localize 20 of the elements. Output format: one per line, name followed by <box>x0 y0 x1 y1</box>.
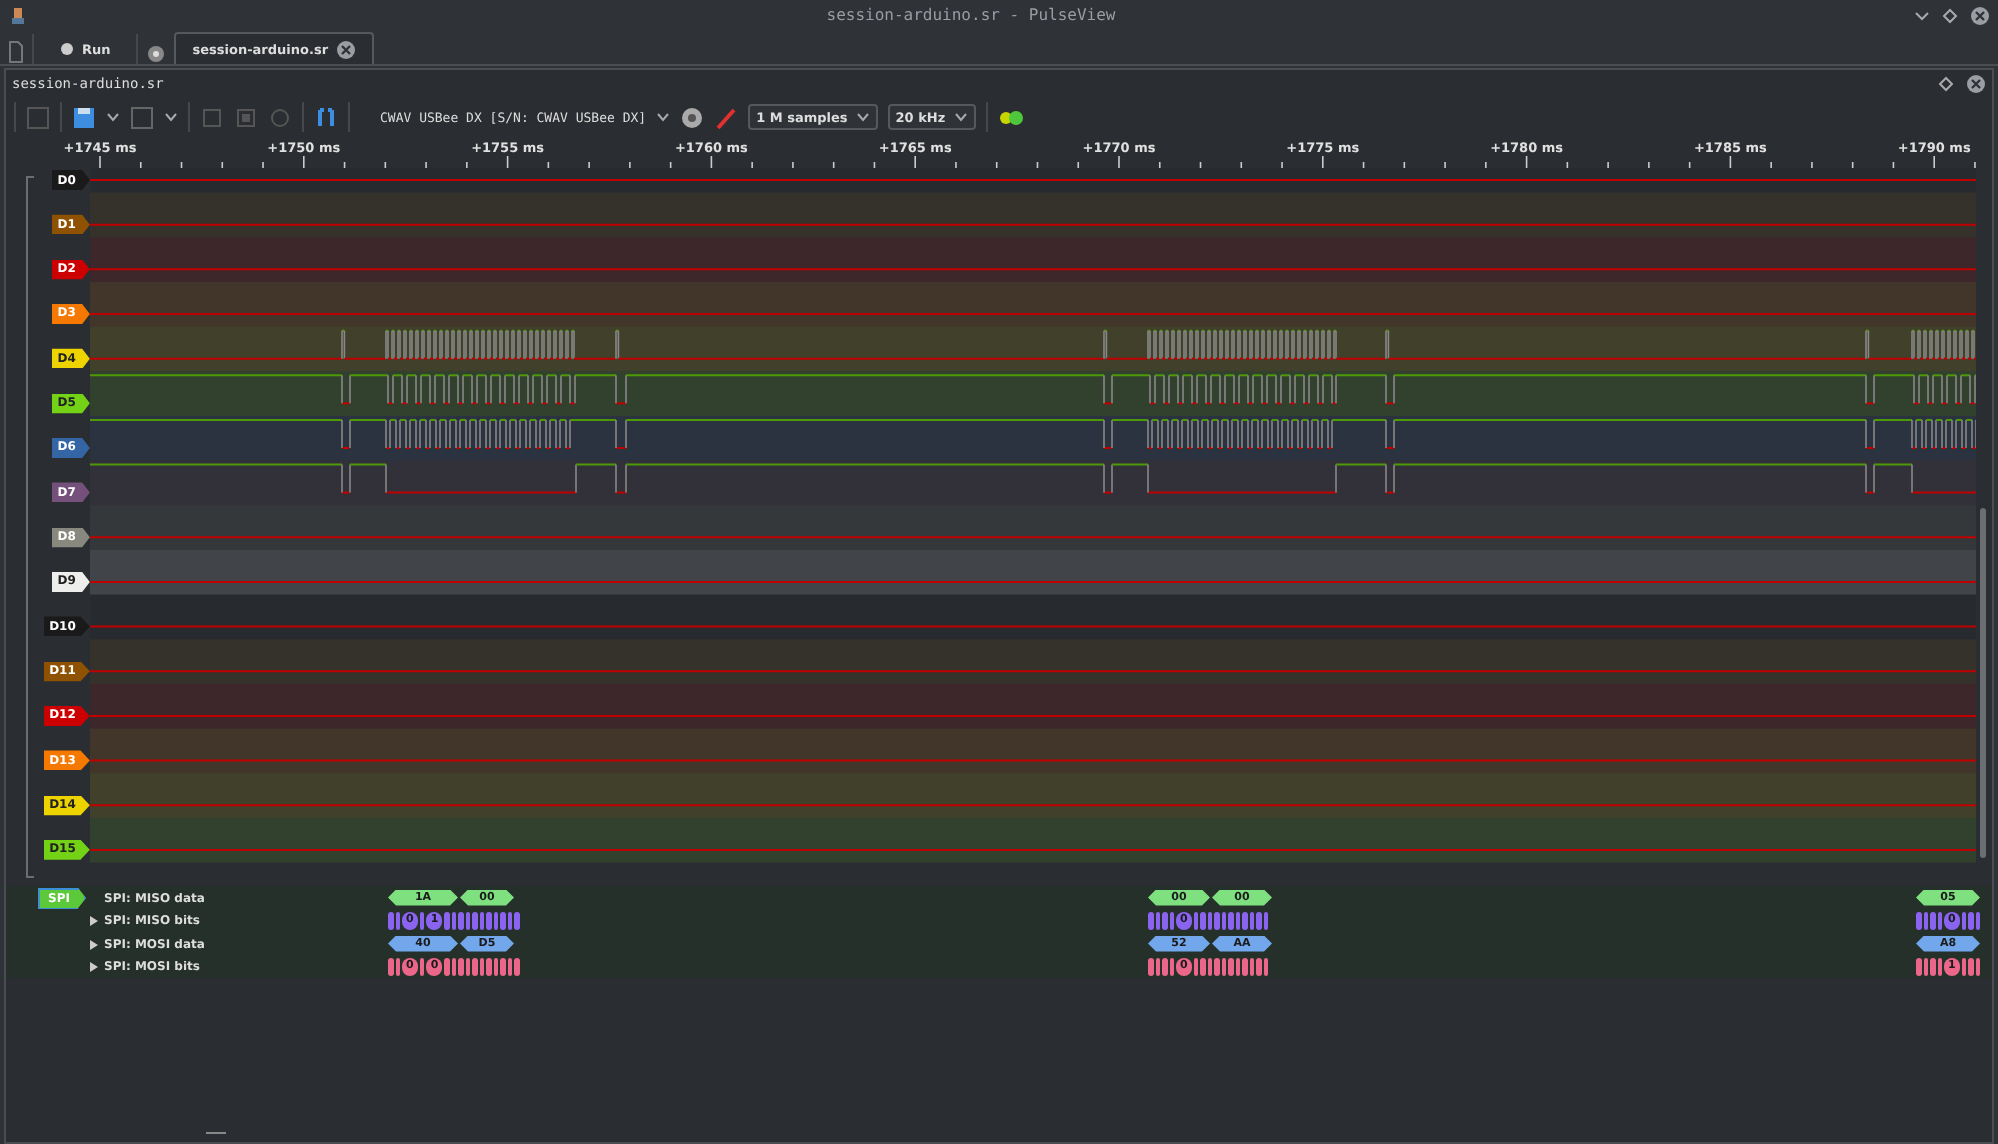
window-title: session-arduino.sr - PulseView <box>824 6 1118 24</box>
caret-icon[interactable] <box>164 112 178 122</box>
close-icon[interactable] <box>1970 5 1990 25</box>
expand-arrow-icon[interactable] <box>90 916 98 927</box>
scroll-handle[interactable] <box>206 1132 226 1134</box>
diamond-icon[interactable] <box>1942 7 1958 23</box>
caret-icon[interactable] <box>953 112 968 122</box>
diamond-icon[interactable] <box>1938 75 1954 91</box>
run-icon[interactable] <box>997 107 1026 127</box>
close-icon[interactable] <box>336 39 357 59</box>
circle-icon <box>60 42 74 56</box>
caret-icon[interactable] <box>106 112 120 122</box>
document-icon[interactable] <box>8 40 24 64</box>
caret-icon[interactable] <box>656 112 671 122</box>
app-icon <box>8 5 28 25</box>
close-icon[interactable] <box>1966 73 1986 93</box>
caret-icon[interactable] <box>855 112 870 122</box>
expand-arrow-icon[interactable] <box>90 962 98 973</box>
caret-icon[interactable] <box>1914 7 1930 23</box>
expand-arrow-icon[interactable] <box>90 939 98 950</box>
